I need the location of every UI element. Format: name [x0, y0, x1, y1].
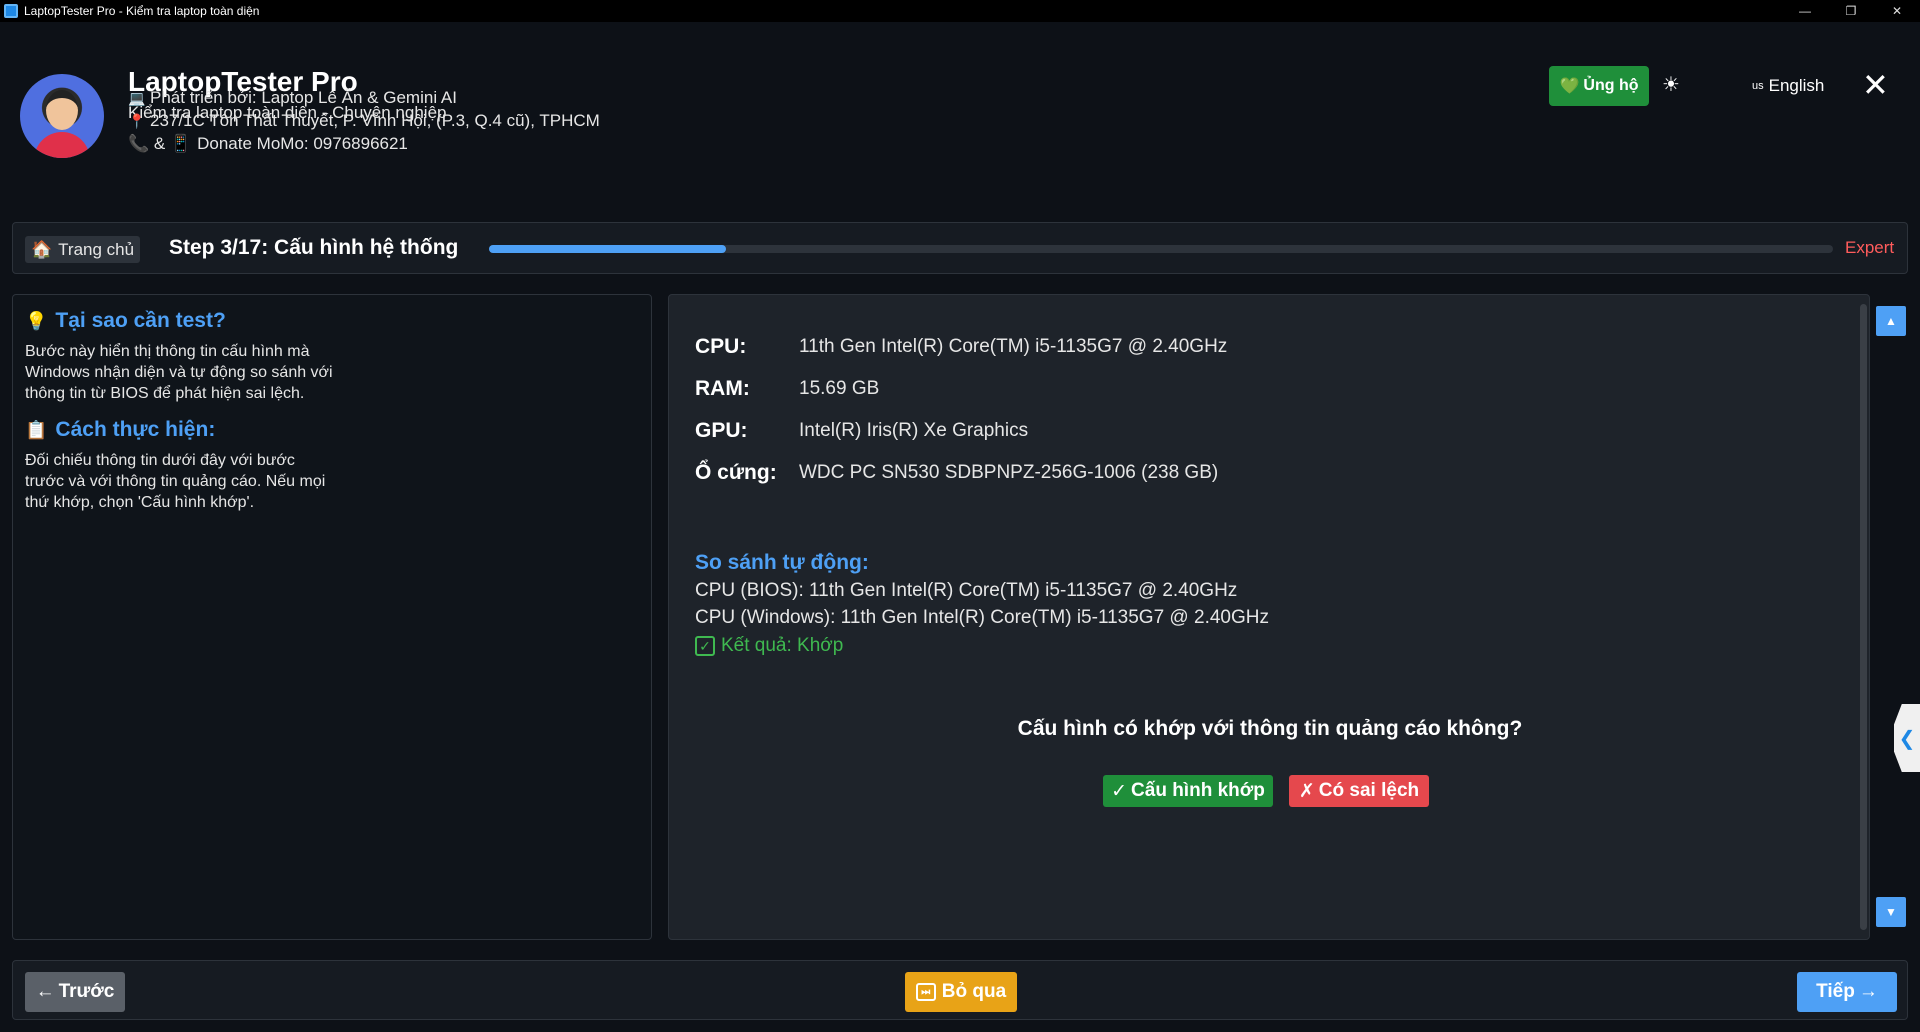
config-mismatch-label: Có sai lệch: [1318, 780, 1420, 801]
developer-avatar: [20, 74, 104, 158]
app-window-icon: [4, 4, 18, 18]
support-button[interactable]: 💚 Ủng hộ: [1549, 66, 1649, 106]
spec-value: 11th Gen Intel(R) Core(TM) i5-1135G7 @ 2…: [799, 336, 1228, 357]
lightbulb-icon: 💡: [25, 310, 48, 331]
why-title: Tại sao cần test?: [55, 309, 226, 332]
content-panel: CPU: 11th Gen Intel(R) Core(TM) i5-1135G…: [668, 294, 1870, 940]
scrollbar[interactable]: [1860, 304, 1867, 930]
how-heading: 📋 Cách thực hiện:: [25, 418, 639, 442]
laptop-icon: 💻: [128, 89, 146, 106]
window-controls: — ❐ ✕: [1782, 0, 1920, 22]
app-close-button[interactable]: ✕: [1862, 66, 1889, 104]
comparison-bios-line: CPU (BIOS): 11th Gen Intel(R) Core(TM) i…: [695, 580, 1238, 601]
why-text: Bước này hiển thị thông tin cấu hình mà …: [25, 343, 333, 402]
window-close-button[interactable]: ✕: [1874, 0, 1920, 22]
spec-label: GPU:: [695, 419, 748, 442]
cross-icon: ✗: [1298, 780, 1315, 802]
clipboard-icon: 📋: [25, 419, 48, 440]
window-title: LaptopTester Pro - Kiểm tra laptop toàn …: [24, 4, 260, 18]
address-text: 237/1C Tôn Thất Thuyết, P. Vĩnh Hội, (P.…: [150, 111, 600, 130]
spec-row-ram: RAM: 15.69 GB: [695, 377, 879, 401]
level-badge: Expert: [1845, 238, 1895, 257]
scroll-up-button[interactable]: ▲: [1876, 306, 1906, 336]
app-header: LaptopTester Pro Kiểm tra laptop toàn di…: [0, 22, 1920, 212]
guide-panel: 💡 Tại sao cần test? Bước này hiển thị th…: [12, 294, 652, 940]
side-panel-toggle[interactable]: ❮: [1894, 704, 1920, 772]
spec-label: RAM:: [695, 377, 750, 400]
how-title: Cách thực hiện:: [55, 418, 216, 441]
skip-icon: ⏭: [915, 983, 936, 1001]
theme-toggle-icon[interactable]: ☀: [1662, 72, 1680, 97]
check-icon: ✓: [1111, 780, 1128, 802]
language-label: English: [1768, 76, 1825, 95]
home-icon: 🏠: [31, 239, 53, 259]
step-bar: 🏠 Trang chủ Step 3/17: Cấu hình hệ thống…: [12, 222, 1908, 274]
restore-button[interactable]: ❐: [1828, 0, 1874, 22]
avatar-shirt: [34, 132, 90, 158]
comparison-windows-line: CPU (Windows): 11th Gen Intel(R) Core(TM…: [695, 607, 1269, 628]
why-heading: 💡 Tại sao cần test?: [25, 309, 639, 333]
how-text: Đối chiếu thông tin dưới đây với bước tr…: [25, 452, 326, 511]
contact-text: Donate MoMo: 0976896621: [197, 134, 408, 153]
config-mismatch-button[interactable]: ✗ Có sai lệch: [1289, 775, 1429, 807]
next-label: Tiếp: [1816, 981, 1855, 1002]
navigation-bar: ← Trước ⏭ Bỏ qua Tiếp →: [12, 960, 1908, 1020]
heart-icon: 💚: [1559, 78, 1580, 95]
minimize-button[interactable]: —: [1782, 0, 1828, 22]
window-titlebar: LaptopTester Pro - Kiểm tra laptop toàn …: [0, 0, 1920, 22]
next-button[interactable]: Tiếp →: [1797, 972, 1897, 1012]
spec-label: Ổ cứng:: [695, 461, 777, 484]
language-selector[interactable]: us English: [1752, 76, 1824, 96]
checkbox-icon: ✓: [695, 636, 715, 656]
skip-button[interactable]: ⏭ Bỏ qua: [905, 972, 1017, 1012]
arrow-left-icon: ←: [35, 981, 55, 1002]
previous-button[interactable]: ← Trước: [25, 972, 125, 1012]
spec-value: Intel(R) Iris(R) Xe Graphics: [799, 420, 1029, 441]
home-label: Trang chủ: [58, 239, 135, 259]
flag-icon: us: [1752, 80, 1764, 92]
developer-line: 💻 Phát triển bởi: Laptop Lê Ẩn & Gemini …: [128, 88, 457, 108]
config-match-button[interactable]: ✓ Cấu hình khớp: [1103, 775, 1273, 807]
config-match-label: Cấu hình khớp: [1131, 780, 1265, 801]
spec-label: CPU:: [695, 335, 747, 358]
avatar-face: [46, 90, 78, 130]
comparison-result-text: Kết quả: Khớp: [721, 635, 844, 656]
pin-icon: 📍: [128, 112, 146, 129]
spec-value: 15.69 GB: [799, 378, 880, 399]
arrow-right-icon: →: [1858, 981, 1878, 1002]
spec-value: WDC PC SN530 SDBPNPZ-256G-1006 (238 GB): [799, 462, 1219, 483]
phone-icons: 📞 & 📱: [128, 134, 192, 153]
comparison-title: So sánh tự động:: [695, 551, 869, 574]
spec-row-disk: Ổ cứng: WDC PC SN530 SDBPNPZ-256G-1006 (…: [695, 461, 1218, 485]
progress-fill: [489, 245, 727, 253]
support-label: Ủng hộ: [1583, 77, 1639, 94]
home-button[interactable]: 🏠 Trang chủ: [25, 236, 141, 263]
developer-text: Phát triển bởi: Laptop Lê Ẩn & Gemini AI: [150, 88, 457, 107]
comparison-result: ✓ Kết quả: Khớp: [695, 635, 843, 657]
address-line: 📍 237/1C Tôn Thất Thuyết, P. Vĩnh Hội, (…: [128, 111, 600, 131]
previous-label: Trước: [58, 981, 115, 1002]
scroll-down-button[interactable]: ▼: [1876, 897, 1906, 927]
progress-bar: [489, 245, 1833, 253]
spec-row-cpu: CPU: 11th Gen Intel(R) Core(TM) i5-1135G…: [695, 335, 1227, 359]
step-title: Step 3/17: Cấu hình hệ thống: [169, 236, 459, 259]
confirmation-question: Cấu hình có khớp với thông tin quảng cáo…: [1017, 717, 1523, 740]
skip-label: Bỏ qua: [941, 981, 1007, 1002]
contact-line: 📞 & 📱 Donate MoMo: 0976896621: [128, 134, 408, 154]
spec-row-gpu: GPU: Intel(R) Iris(R) Xe Graphics: [695, 419, 1028, 443]
